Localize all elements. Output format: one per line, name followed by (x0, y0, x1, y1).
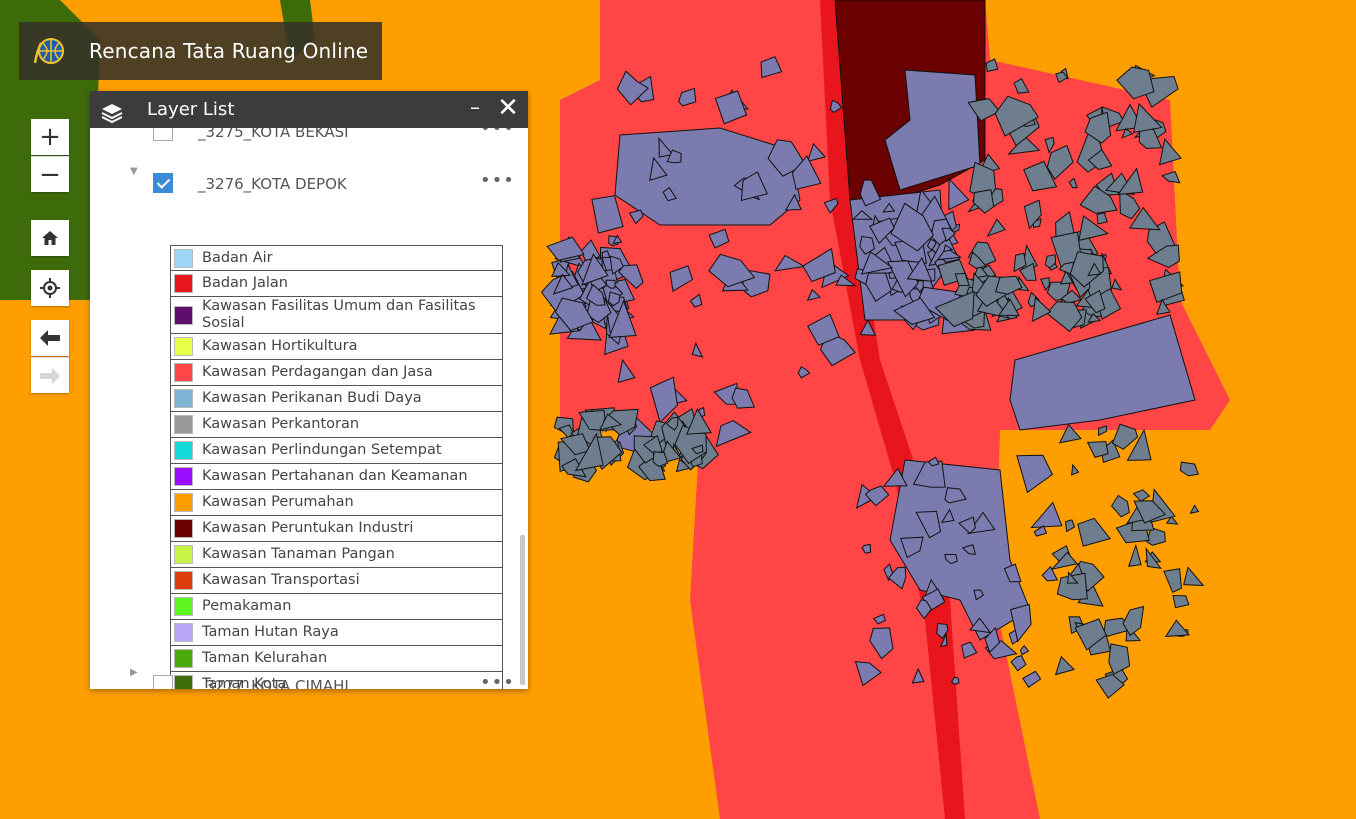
legend-swatch (174, 467, 193, 486)
legend-item: Badan Air (170, 245, 503, 271)
arrow-right-icon (40, 367, 60, 384)
next-extent-button[interactable] (31, 357, 69, 393)
legend-item: Kawasan Perlindungan Setempat (170, 438, 503, 464)
more-options-icon[interactable]: ••• (480, 170, 515, 191)
layer-name: _3275_KOTA BEKASI (198, 128, 349, 141)
legend-swatch (174, 519, 193, 538)
legend-item: Taman Hutan Raya (170, 620, 503, 646)
app-title-bar: Rencana Tata Ruang Online (19, 22, 382, 80)
legend-item: Kawasan Fasilitas Umum dan Fasilitas Sos… (170, 297, 503, 334)
scrollbar-thumb[interactable] (520, 535, 525, 685)
legend-item: Kawasan Perkantoran (170, 412, 503, 438)
layer-checkbox-checked[interactable] (153, 173, 173, 193)
legend-swatch (174, 441, 193, 460)
legend-swatch (174, 571, 193, 590)
legend-label: Kawasan Pertahanan dan Keamanan (202, 468, 468, 484)
atr-bpn-globe-logo-icon (33, 38, 64, 64)
legend-swatch (174, 337, 193, 356)
layer-list-panel: Layer List – ✕ _3275_KOTA BEKASI ••• ▼ _… (90, 91, 528, 689)
layer-row-kota-bekasi[interactable]: _3275_KOTA BEKASI ••• (90, 128, 520, 146)
locate-icon (40, 278, 60, 298)
legend-swatch (174, 305, 193, 325)
layer-name: _3277_KOTA CIMAHI (198, 677, 349, 689)
legend-item: Kawasan Pertahanan dan Keamanan (170, 464, 503, 490)
legend-item: Kawasan Hortikultura (170, 334, 503, 360)
legend-item: Kawasan Transportasi (170, 568, 503, 594)
more-options-icon[interactable]: ••• (480, 128, 515, 139)
layers-icon (101, 103, 123, 123)
layer-list-body: _3275_KOTA BEKASI ••• ▼ _3276_KOTA DEPOK… (90, 128, 528, 689)
legend-label: Kawasan Hortikultura (202, 338, 358, 354)
layer-row-kota-cimahi[interactable]: ▶ _3277_KOTA CIMAHI ••• (90, 662, 520, 689)
zoom-in-button[interactable]: + (31, 119, 69, 155)
previous-extent-button[interactable] (31, 320, 69, 356)
legend-label: Kawasan Tanaman Pangan (202, 546, 395, 562)
layer-name: _3276_KOTA DEPOK (198, 175, 347, 193)
legend-label: Kawasan Transportasi (202, 572, 360, 588)
legend-swatch (174, 415, 193, 434)
legend-label: Kawasan Perumahan (202, 494, 354, 510)
legend-swatch (174, 274, 193, 293)
layer-list-header: Layer List – ✕ (90, 91, 528, 128)
legend-item: Kawasan Perikanan Budi Daya (170, 386, 503, 412)
legend-label: Taman Hutan Raya (202, 624, 339, 640)
home-button[interactable] (31, 220, 69, 256)
legend-swatch (174, 623, 193, 642)
zoom-out-button[interactable]: − (31, 156, 69, 192)
minus-icon: − (39, 159, 61, 190)
legend-item: Kawasan Tanaman Pangan (170, 542, 503, 568)
legend-label: Kawasan Fasilitas Umum dan Fasilitas Sos… (202, 298, 476, 331)
app-title: Rencana Tata Ruang Online (89, 39, 369, 63)
plus-icon: + (39, 122, 61, 152)
legend-swatch (174, 363, 193, 382)
layer-checkbox[interactable] (153, 128, 173, 141)
layer-checkbox[interactable] (153, 675, 173, 689)
legend-label: Kawasan Perlindungan Setempat (202, 442, 442, 458)
legend-item: Kawasan Perdagangan dan Jasa (170, 360, 503, 386)
caret-down-icon[interactable]: ▼ (130, 166, 138, 177)
close-button[interactable]: ✕ (494, 93, 522, 123)
legend-item: Kawasan Perumahan (170, 490, 503, 516)
locate-button[interactable] (31, 270, 69, 306)
home-icon (42, 231, 58, 245)
caret-right-icon[interactable]: ▶ (130, 667, 138, 678)
legend-item: Badan Jalan (170, 271, 503, 297)
layer-list-title: Layer List (147, 99, 235, 120)
arrow-left-icon (40, 330, 60, 346)
legend-table: Badan Air Badan Jalan Kawasan Fasilitas Um… (170, 245, 503, 689)
minimize-button[interactable]: – (464, 95, 486, 119)
legend-label: Pemakaman (202, 598, 292, 614)
legend-label: Kawasan Peruntukan Industri (202, 520, 414, 536)
legend-label: Badan Jalan (202, 275, 288, 291)
legend-swatch (174, 493, 193, 512)
legend-item: Pemakaman (170, 594, 503, 620)
legend-swatch (174, 545, 193, 564)
more-options-icon[interactable]: ••• (480, 672, 515, 689)
legend-item: Kawasan Peruntukan Industri (170, 516, 503, 542)
legend-swatch (174, 248, 193, 268)
layer-row-kota-depok[interactable]: ▼ _3276_KOTA DEPOK ••• (90, 166, 520, 198)
legend-label: Kawasan Perikanan Budi Daya (202, 390, 422, 406)
legend-swatch (174, 597, 193, 616)
legend-label: Badan Air (202, 249, 273, 266)
legend-label: Kawasan Perdagangan dan Jasa (202, 364, 433, 380)
legend-label: Kawasan Perkantoran (202, 416, 360, 432)
legend-swatch (174, 389, 193, 408)
